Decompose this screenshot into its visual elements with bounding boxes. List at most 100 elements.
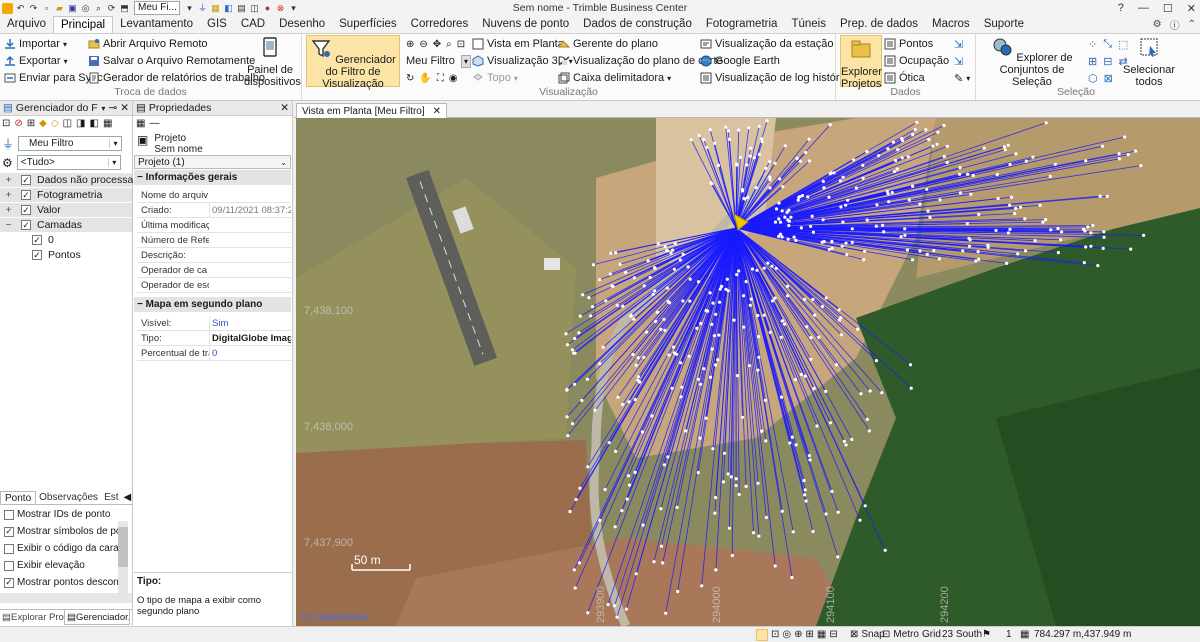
observed-point[interactable] [756, 481, 760, 485]
box-icon[interactable]: ▦ [210, 3, 221, 14]
observed-point[interactable] [671, 248, 675, 252]
observed-point[interactable] [1031, 155, 1035, 159]
cube-icon[interactable]: ◧ [223, 3, 234, 14]
observed-point[interactable] [1049, 228, 1053, 232]
option-row[interactable]: ✓ Mostrar símbolos de ponto [4, 524, 128, 539]
observed-point[interactable] [809, 336, 813, 340]
observed-point[interactable] [565, 415, 569, 419]
observed-point[interactable] [900, 136, 904, 141]
tree-checkbox[interactable]: ✓ [21, 220, 31, 230]
map-svg[interactable]: 50 m 7,438,100 7,438,000 7,437,900 29390… [296, 118, 1200, 626]
exportar-button[interactable]: Exportar ▾ [4, 53, 68, 69]
observed-point[interactable] [850, 437, 854, 441]
observed-point[interactable] [777, 217, 781, 221]
observed-point[interactable] [668, 301, 672, 305]
observed-point[interactable] [771, 299, 775, 303]
snap-mode-6-icon[interactable]: ▦ [817, 627, 826, 642]
property-row[interactable]: Operador de ca [137, 263, 291, 278]
observed-point[interactable] [757, 152, 761, 156]
observed-point[interactable] [636, 375, 641, 379]
observed-point[interactable] [645, 330, 649, 334]
observed-point[interactable] [642, 284, 646, 288]
observed-point[interactable] [1048, 174, 1052, 178]
observed-point[interactable] [620, 509, 624, 513]
observed-point[interactable] [958, 191, 963, 195]
zone-indicator[interactable]: 23 South [942, 627, 982, 642]
observed-point[interactable] [710, 347, 714, 351]
observed-point[interactable] [913, 127, 917, 132]
observed-point[interactable] [574, 497, 578, 502]
observed-point[interactable] [654, 319, 658, 323]
gerente-plano-button[interactable]: Gerente do plano [558, 36, 658, 52]
observed-point[interactable] [755, 268, 759, 272]
property-value[interactable]: 09/11/2021 08:37:24 [209, 203, 291, 218]
observed-point[interactable] [811, 529, 815, 534]
observed-point[interactable] [925, 187, 929, 191]
menu-desenho[interactable]: Desenho [272, 16, 332, 33]
observed-point[interactable] [821, 218, 825, 222]
observed-point[interactable] [653, 289, 657, 293]
observed-point[interactable] [789, 215, 793, 219]
observed-point[interactable] [573, 586, 577, 590]
open-icon[interactable]: ▰ [54, 3, 65, 14]
snap-mode-2-icon[interactable]: ⊡ [771, 627, 779, 642]
observed-point[interactable] [808, 458, 812, 462]
menu-fotogrametria[interactable]: Fotogrametria [699, 16, 785, 33]
observed-point[interactable] [786, 237, 790, 241]
observed-point[interactable] [734, 477, 738, 481]
observed-point[interactable] [634, 363, 638, 367]
observed-point[interactable] [844, 203, 848, 207]
close-circle-icon[interactable]: ⊗ [275, 3, 286, 14]
ribbon-info-icon[interactable]: ⓘ [1170, 17, 1180, 32]
observed-point[interactable] [791, 530, 795, 534]
tree-item[interactable]: ✓ Pontos [0, 248, 132, 262]
observed-point[interactable] [1129, 247, 1133, 251]
observed-point[interactable] [613, 604, 617, 608]
observed-point[interactable] [751, 531, 756, 535]
observed-point[interactable] [632, 317, 636, 321]
observed-point[interactable] [670, 386, 674, 390]
zoom-window-icon[interactable]: ⌕ [446, 39, 452, 50]
data-tool-1-icon[interactable]: ⇲ [954, 36, 963, 52]
observed-point[interactable] [1142, 233, 1146, 237]
observed-point[interactable] [900, 156, 904, 160]
observed-point[interactable] [757, 355, 761, 359]
observed-point[interactable] [615, 303, 619, 307]
observed-point[interactable] [591, 263, 596, 267]
walk-icon[interactable]: ⛶ [437, 73, 444, 84]
observed-point[interactable] [905, 248, 910, 252]
observed-point[interactable] [756, 335, 761, 339]
observed-point[interactable] [681, 252, 685, 256]
tree-expander-icon[interactable]: + [4, 190, 13, 201]
observed-point[interactable] [675, 505, 679, 509]
observed-point[interactable] [627, 400, 631, 404]
observed-point[interactable] [925, 252, 929, 256]
observed-point[interactable] [652, 560, 656, 564]
salvar-remoto-button[interactable]: Salvar o Arquivo Remotamente [88, 53, 255, 69]
observed-point[interactable] [817, 335, 821, 339]
observed-point[interactable] [581, 293, 585, 297]
observed-point[interactable] [782, 322, 787, 326]
observed-point[interactable] [673, 241, 677, 246]
observed-point[interactable] [891, 140, 896, 144]
properties-close-icon[interactable]: ✕ [280, 101, 292, 115]
observed-point[interactable] [632, 276, 636, 280]
observed-point[interactable] [717, 333, 721, 337]
menu-nuvens[interactable]: Nuvens de ponto [475, 16, 576, 33]
close-icon[interactable]: ✕ [1187, 2, 1196, 15]
observed-point[interactable] [777, 201, 781, 205]
menu-superficies[interactable]: Superfícies [332, 16, 404, 33]
observed-point[interactable] [787, 223, 791, 228]
observed-point[interactable] [773, 161, 777, 165]
observed-point[interactable] [679, 361, 683, 365]
observed-point[interactable] [935, 142, 939, 146]
observed-point[interactable] [778, 220, 783, 224]
observed-point[interactable] [646, 259, 650, 263]
observed-point[interactable] [1014, 206, 1018, 211]
option-checkbox[interactable]: ✓ [4, 526, 14, 537]
observed-point[interactable] [908, 363, 913, 367]
observed-point[interactable] [735, 273, 739, 277]
observed-point[interactable] [642, 355, 646, 359]
observed-point[interactable] [1060, 230, 1064, 234]
remove-filter-icon[interactable]: ⊘ [14, 118, 22, 129]
